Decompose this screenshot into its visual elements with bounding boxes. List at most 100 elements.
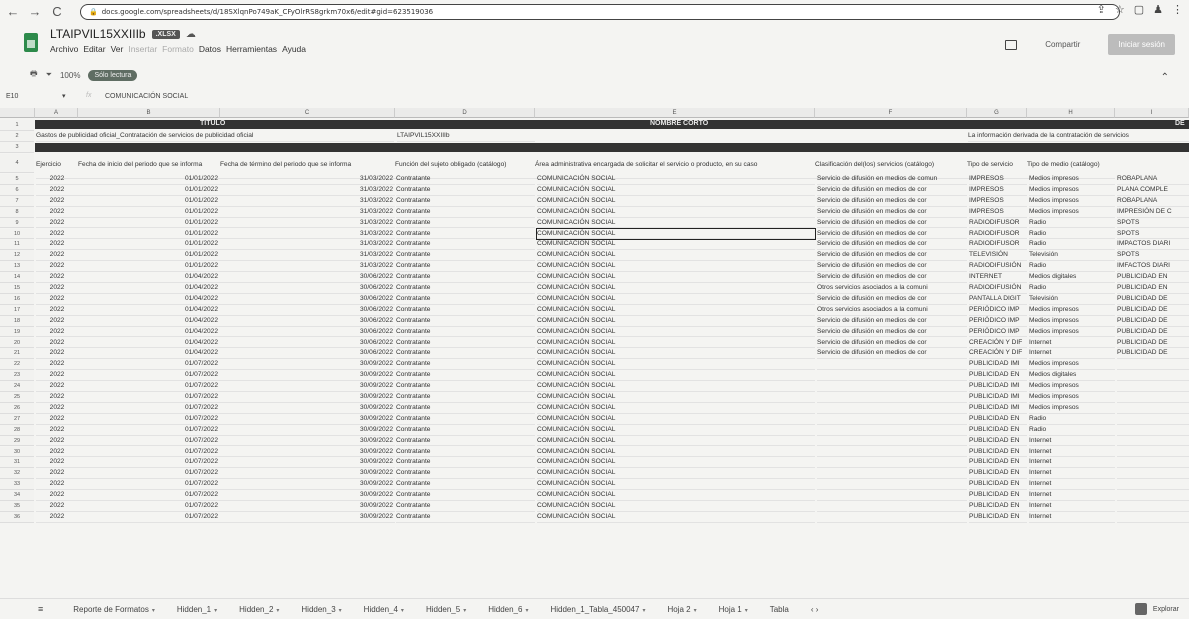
table-cell[interactable]: 01/01/2022 bbox=[78, 174, 220, 185]
table-cell[interactable]: 01/04/2022 bbox=[78, 316, 220, 327]
table-cell[interactable]: Contratante bbox=[396, 414, 535, 425]
table-cell[interactable]: 01/01/2022 bbox=[78, 261, 220, 273]
table-cell[interactable]: Medios impresos bbox=[1029, 305, 1115, 316]
table-cell[interactable]: 30/09/2022 bbox=[220, 457, 395, 469]
table-cell[interactable] bbox=[1117, 490, 1189, 501]
table-cell[interactable]: COMUNICACIÓN SOCIAL bbox=[536, 227, 816, 241]
table-cell[interactable]: 01/07/2022 bbox=[78, 512, 220, 523]
table-cell[interactable]: SPOTS bbox=[1117, 250, 1189, 262]
table-cell[interactable]: 2022 bbox=[36, 261, 78, 273]
table-cell[interactable]: Contratante bbox=[396, 512, 535, 523]
table-cell[interactable]: 2022 bbox=[36, 294, 78, 305]
table-cell[interactable]: 2022 bbox=[36, 305, 78, 316]
tab-hidden-4[interactable]: Hidden_4 ▾ bbox=[364, 605, 404, 614]
address-bar[interactable]: 🔒 docs.google.com/spreadsheets/d/18SXlqn… bbox=[80, 4, 1120, 20]
row-number[interactable]: 15 bbox=[0, 283, 34, 294]
table-cell[interactable]: 30/09/2022 bbox=[220, 370, 395, 382]
table-cell[interactable]: 01/04/2022 bbox=[78, 338, 220, 349]
chevron-down-icon[interactable]: ▾ bbox=[62, 92, 66, 100]
table-cell[interactable]: Radio bbox=[1029, 425, 1115, 436]
table-cell[interactable]: 30/09/2022 bbox=[220, 501, 395, 512]
row-number[interactable]: 12 bbox=[0, 250, 34, 262]
table-cell[interactable]: Contratante bbox=[396, 294, 535, 305]
table-cell[interactable]: 2022 bbox=[36, 490, 78, 501]
forward-icon[interactable]: → bbox=[28, 4, 42, 19]
menu-insertar[interactable]: Insertar bbox=[128, 44, 157, 54]
table-cell[interactable]: 2022 bbox=[36, 447, 78, 458]
table-cell[interactable]: SPOTS bbox=[1117, 218, 1189, 229]
table-cell[interactable]: Contratante bbox=[396, 283, 535, 294]
formula-value[interactable]: COMUNICACIÓN SOCIAL bbox=[105, 93, 188, 100]
row-number[interactable]: 11 bbox=[0, 239, 34, 251]
column-header-c[interactable]: C bbox=[220, 108, 395, 118]
table-cell[interactable]: 01/01/2022 bbox=[78, 250, 220, 262]
table-cell[interactable]: Medios impresos bbox=[1029, 174, 1115, 185]
row-number[interactable]: 34 bbox=[0, 490, 34, 501]
table-cell[interactable]: Contratante bbox=[396, 370, 535, 382]
table-cell[interactable]: 31/03/2022 bbox=[220, 185, 395, 196]
row-number[interactable]: 36 bbox=[0, 511, 34, 523]
table-cell[interactable]: Servicio de difusión en medios de cor bbox=[817, 294, 967, 305]
column-header-h[interactable]: H bbox=[1027, 108, 1115, 118]
table-cell[interactable]: 2022 bbox=[36, 370, 78, 382]
table-cell[interactable]: IMPRESOS bbox=[969, 185, 1027, 196]
title-cell[interactable]: Gastos de publicidad oficial_Contratació… bbox=[36, 131, 394, 142]
table-cell[interactable]: Contratante bbox=[396, 348, 535, 360]
table-cell[interactable]: Servicio de difusión en medios de cor bbox=[817, 185, 967, 196]
table-cell[interactable]: Internet bbox=[1029, 436, 1115, 447]
table-cell[interactable]: Internet bbox=[1029, 338, 1115, 349]
reload-icon[interactable]: C bbox=[50, 4, 64, 19]
table-cell[interactable]: Contratante bbox=[396, 381, 535, 392]
table-cell[interactable]: COMUNICACIÓN SOCIAL bbox=[537, 196, 815, 207]
table-cell[interactable]: PUBLICIDAD DE bbox=[1117, 305, 1189, 316]
table-cell[interactable]: PERIÓDICO IMP bbox=[969, 305, 1027, 316]
table-cell[interactable]: COMUNICACIÓN SOCIAL bbox=[537, 468, 815, 480]
table-cell[interactable]: Contratante bbox=[396, 501, 535, 512]
row-number[interactable]: 18 bbox=[0, 315, 34, 327]
row-number[interactable]: 25 bbox=[0, 392, 34, 403]
menu-ver[interactable]: Ver bbox=[111, 44, 124, 54]
table-cell[interactable]: 30/06/2022 bbox=[220, 283, 395, 294]
table-cell[interactable]: PUBLICIDAD IMI bbox=[969, 381, 1027, 392]
table-cell[interactable]: ROBAPLANA bbox=[1117, 196, 1189, 207]
table-cell[interactable]: 2022 bbox=[36, 207, 78, 218]
table-cell[interactable]: 2022 bbox=[36, 457, 78, 469]
table-cell[interactable]: 01/04/2022 bbox=[78, 283, 220, 294]
table-cell[interactable]: PUBLICIDAD EN bbox=[969, 512, 1027, 523]
row-number[interactable]: 2 bbox=[0, 131, 34, 142]
table-cell[interactable]: INTERNET bbox=[969, 272, 1027, 283]
zoom-select[interactable]: 100% bbox=[60, 71, 80, 80]
table-cell[interactable]: 01/04/2022 bbox=[78, 272, 220, 283]
explore-button[interactable]: Explorar bbox=[1134, 603, 1179, 615]
table-cell[interactable] bbox=[1117, 392, 1189, 403]
table-cell[interactable]: COMUNICACIÓN SOCIAL bbox=[537, 207, 815, 218]
table-cell[interactable]: 01/07/2022 bbox=[78, 457, 220, 469]
table-cell[interactable]: 30/06/2022 bbox=[220, 316, 395, 327]
chevron-up-icon[interactable]: ⌃ bbox=[1161, 72, 1169, 83]
table-cell[interactable]: Internet bbox=[1029, 501, 1115, 512]
row-number[interactable]: 1 bbox=[0, 120, 34, 131]
table-cell[interactable]: 30/09/2022 bbox=[220, 447, 395, 458]
column-header-e[interactable]: E bbox=[535, 108, 815, 118]
table-cell[interactable]: Contratante bbox=[396, 218, 535, 229]
row-number[interactable]: 8 bbox=[0, 206, 34, 218]
table-cell[interactable]: Contratante bbox=[396, 229, 535, 240]
table-cell[interactable]: Medios impresos bbox=[1029, 316, 1115, 327]
table-cell[interactable] bbox=[817, 447, 967, 458]
table-cell[interactable]: 2022 bbox=[36, 501, 78, 512]
table-cell[interactable]: 30/06/2022 bbox=[220, 348, 395, 360]
table-cell[interactable]: 01/04/2022 bbox=[78, 348, 220, 360]
table-cell[interactable]: 31/03/2022 bbox=[220, 218, 395, 229]
table-cell[interactable]: Contratante bbox=[396, 425, 535, 436]
table-cell[interactable]: PUBLICIDAD IMI bbox=[969, 392, 1027, 403]
table-cell[interactable]: 2022 bbox=[36, 283, 78, 294]
table-cell[interactable]: IMPRESOS bbox=[969, 174, 1027, 185]
table-cell[interactable]: PUBLICIDAD DE bbox=[1117, 294, 1189, 305]
table-cell[interactable]: COMUNICACIÓN SOCIAL bbox=[537, 185, 815, 196]
table-cell[interactable]: RADIODIFUSOR bbox=[969, 229, 1027, 240]
table-cell[interactable]: IMPACTOS DIARI bbox=[1117, 239, 1189, 251]
table-cell[interactable]: Servicio de difusión en medios de comun bbox=[817, 174, 967, 185]
row-number[interactable]: 23 bbox=[0, 370, 34, 382]
row-number[interactable]: 19 bbox=[0, 326, 34, 338]
table-cell[interactable]: Contratante bbox=[396, 436, 535, 447]
